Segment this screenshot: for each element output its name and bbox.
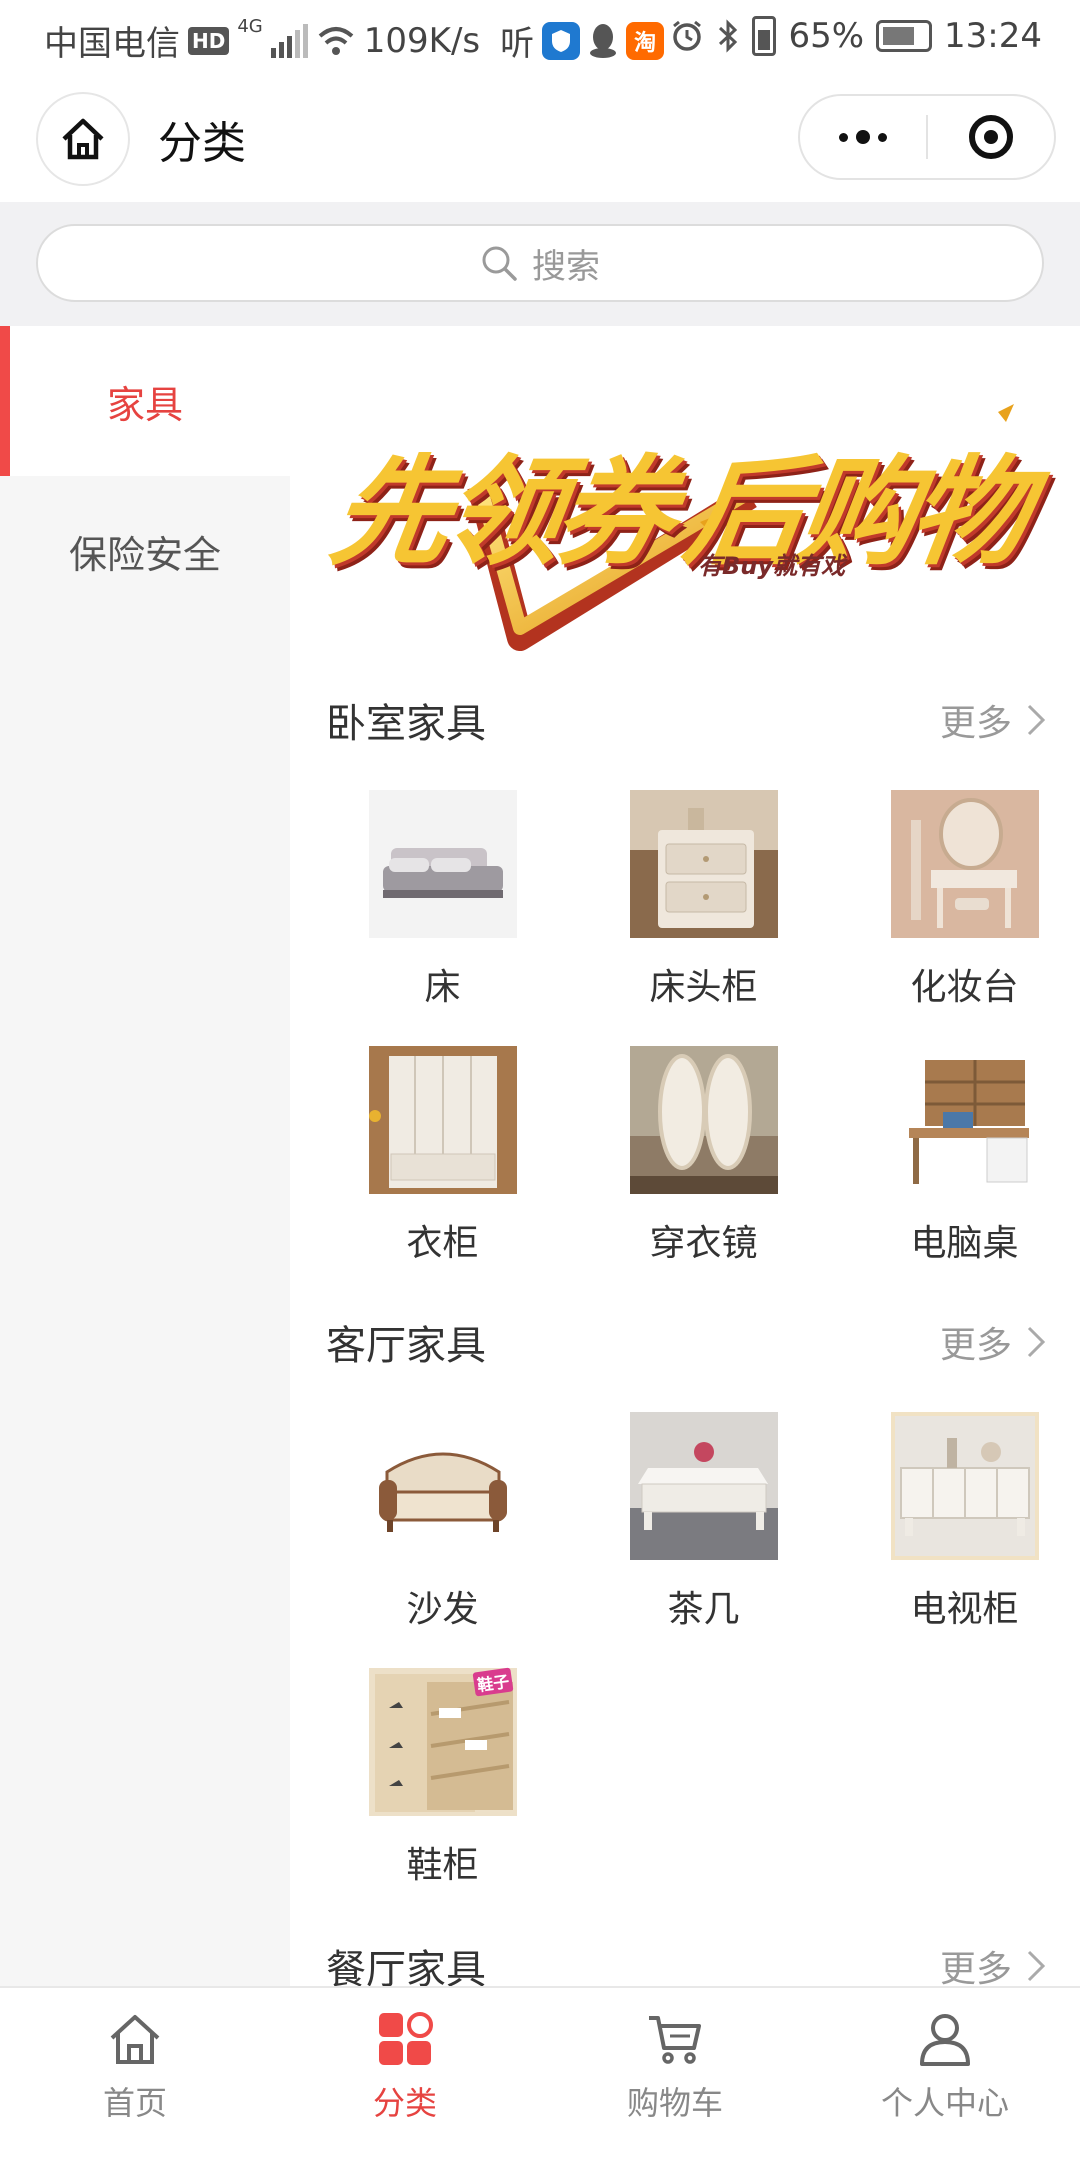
- wardrobe-image: [368, 1046, 517, 1194]
- promo-banner[interactable]: 先领券 后购物 有Buy就有戏: [323, 366, 1040, 666]
- battery-icon: [876, 20, 933, 52]
- more-label: 更多: [939, 1949, 1012, 1986]
- home-icon: [110, 2015, 160, 2064]
- grid-item-wardrobe[interactable]: 衣柜: [312, 1034, 573, 1290]
- mirror-image: [629, 1046, 778, 1194]
- tab-label: 个人中心: [880, 2084, 1009, 2122]
- wifi-icon: [318, 26, 354, 55]
- tab-label: 首页: [102, 2084, 167, 2122]
- more-link-living-room[interactable]: 更多: [940, 1316, 1046, 1368]
- carrier-label: 中国电信: [44, 24, 180, 64]
- taobao-app-icon: 淘: [626, 21, 665, 60]
- signal-icon: [270, 23, 308, 58]
- network-speed: 109K/s: [363, 20, 481, 61]
- tab-category[interactable]: 分类: [270, 1988, 540, 2160]
- grid-item-bed[interactable]: 床: [312, 778, 573, 1034]
- status-bar: 中国电信 HD 4G 109K/s 听 淘 65% 13:24: [0, 0, 1080, 74]
- qq-icon: [590, 23, 617, 58]
- user-icon: [920, 2014, 970, 2066]
- search-area: 搜索: [0, 202, 1080, 326]
- search-input[interactable]: 搜索: [36, 224, 1044, 302]
- item-name: 衣柜: [406, 1223, 479, 1264]
- item-name: 沙发: [406, 1589, 479, 1630]
- sidebar-item-label: 保险安全: [68, 532, 221, 577]
- tv-cabinet-image: [890, 1412, 1039, 1560]
- tab-profile[interactable]: 个人中心: [810, 1988, 1080, 2160]
- item-name: 穿衣镜: [649, 1223, 758, 1264]
- banner-headline-left: 先领券: [322, 443, 679, 581]
- tab-home[interactable]: 首页: [0, 1988, 270, 2160]
- chevron-right-icon: [1027, 704, 1046, 736]
- more-menu-button[interactable]: [800, 96, 926, 178]
- grid-item-shoe-cabinet[interactable]: 鞋子 鞋柜: [312, 1656, 573, 1912]
- battery-small-icon: [752, 16, 777, 56]
- grid-item-dressing-table[interactable]: 化妆台: [834, 778, 1080, 1034]
- network-type: 4G: [237, 16, 263, 37]
- shield-app-icon: [542, 21, 581, 60]
- alarm-icon: [673, 20, 702, 51]
- tab-cart[interactable]: 购物车: [540, 1988, 810, 2160]
- listen-app-icon: 听: [500, 24, 535, 64]
- search-icon: [482, 246, 517, 281]
- close-mini-program-button[interactable]: [928, 96, 1054, 178]
- category-content: 先领券 后购物 有Buy就有戏 卧室家具 更多 床 床头柜 化妆台 衣柜 穿衣镜…: [290, 326, 1080, 1986]
- item-name: 鞋柜: [406, 1845, 479, 1886]
- section-header-living-room: 客厅家具 更多: [326, 1312, 1046, 1372]
- clock: 13:24: [944, 16, 1042, 56]
- category-icon: [379, 2012, 433, 2065]
- item-name: 床头柜: [649, 967, 758, 1008]
- more-dots-icon: [839, 130, 887, 144]
- more-link-dining-room[interactable]: 更多: [940, 1940, 1046, 1986]
- search-placeholder: 搜索: [532, 246, 600, 287]
- section-header-dining-room: 餐厅家具 更多: [326, 1936, 1046, 1986]
- hd-icon: HD: [188, 26, 230, 55]
- section-title: 卧室家具: [326, 701, 486, 747]
- chevron-right-icon: [1027, 1950, 1046, 1982]
- grid-item-coffee-table[interactable]: 茶几: [573, 1400, 834, 1656]
- navigation-bar: 分类: [0, 74, 1080, 202]
- coffee-table-image: [629, 1412, 778, 1560]
- item-name: 电视柜: [910, 1589, 1019, 1630]
- dressing-table-image: [890, 790, 1039, 938]
- category-sidebar: 家具 保险安全: [0, 326, 290, 1986]
- more-link-bedroom[interactable]: 更多: [940, 694, 1046, 746]
- target-icon: [969, 115, 1013, 159]
- cart-icon: [649, 2016, 701, 2064]
- tab-label: 购物车: [626, 2084, 723, 2122]
- item-name: 化妆台: [910, 967, 1019, 1008]
- bluetooth-icon: [719, 19, 738, 53]
- more-label: 更多: [939, 703, 1012, 744]
- product-grid-living-room: 沙发 茶几 电视柜 鞋子 鞋柜: [312, 1400, 1072, 1912]
- more-label: 更多: [939, 1325, 1012, 1366]
- bottom-tab-bar: 首页 分类 购物车 个人中心: [0, 1986, 1080, 2160]
- sidebar-item-furniture[interactable]: 家具: [0, 326, 290, 476]
- section-title: 客厅家具: [326, 1323, 486, 1369]
- computer-desk-image: [890, 1046, 1039, 1194]
- item-name: 电脑桌: [910, 1223, 1019, 1264]
- chevron-right-icon: [1027, 1326, 1046, 1358]
- banner-tagline: 有Buy就有戏: [698, 552, 846, 580]
- page-title: 分类: [158, 118, 246, 169]
- grid-item-sofa[interactable]: 沙发: [312, 1400, 573, 1656]
- section-title: 餐厅家具: [326, 1947, 486, 1986]
- shoe-cabinet-thumb: 鞋子: [368, 1667, 517, 1816]
- grid-item-mirror[interactable]: 穿衣镜: [573, 1034, 834, 1290]
- nightstand-image: [629, 790, 778, 938]
- section-header-bedroom: 卧室家具 更多: [326, 690, 1046, 750]
- tab-label: 分类: [372, 2084, 437, 2122]
- grid-item-nightstand[interactable]: 床头柜: [573, 778, 834, 1034]
- battery-percent: 65%: [788, 16, 865, 56]
- mini-program-capsule: [798, 94, 1056, 180]
- grid-item-computer-desk[interactable]: 电脑桌: [834, 1034, 1080, 1290]
- item-name: 床: [424, 967, 461, 1008]
- sidebar-item-label: 家具: [106, 382, 183, 427]
- grid-item-tv-cabinet[interactable]: 电视柜: [834, 1400, 1080, 1656]
- home-button[interactable]: [36, 92, 130, 186]
- sofa-image: [368, 1412, 517, 1560]
- sidebar-item-insurance-safety[interactable]: 保险安全: [0, 476, 290, 626]
- bed-image: [368, 790, 517, 938]
- product-grid-bedroom: 床 床头柜 化妆台 衣柜 穿衣镜 电脑桌: [312, 778, 1072, 1290]
- home-icon: [62, 118, 104, 160]
- item-name: 茶几: [667, 1589, 740, 1630]
